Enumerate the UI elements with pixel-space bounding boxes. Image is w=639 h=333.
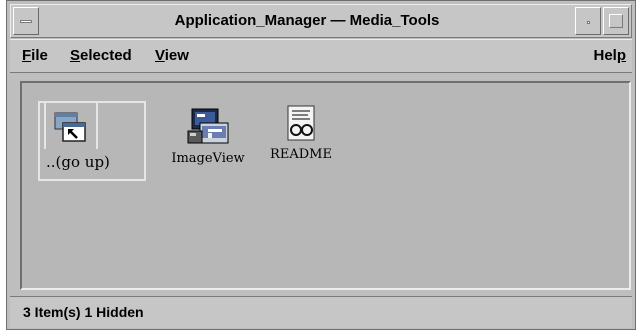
menu-help-mnemonic: p [616, 47, 626, 64]
menu-view[interactable]: View [155, 47, 189, 64]
menu-selected[interactable]: Selected [70, 47, 132, 64]
window-menu-button[interactable] [13, 7, 39, 35]
status-text: 3 Item(s) 1 Hidden [23, 304, 144, 320]
menu-selected-mnemonic: S [70, 47, 81, 64]
minimize-button[interactable] [575, 7, 601, 35]
image-viewer-app-icon [187, 108, 229, 144]
file-item-label: README [270, 147, 332, 162]
window-menu-icon [20, 20, 32, 23]
file-item-go-up[interactable]: ..(go up) [38, 101, 146, 181]
menu-bar: File Selected View Help [10, 39, 632, 73]
file-item-readme[interactable]: README [266, 103, 336, 162]
application-manager-window: Application_Manager — Media_Tools File S… [6, 0, 636, 330]
maximize-button[interactable] [603, 7, 629, 35]
file-item-imageview[interactable]: ImageView [158, 103, 258, 166]
status-bar: 3 Item(s) 1 Hidden [10, 296, 632, 328]
window-title: Application_Manager — Media_Tools [174, 12, 440, 29]
readme-document-icon [287, 105, 315, 141]
menu-view-label: iew [164, 47, 189, 64]
menu-file-label: ile [31, 47, 48, 64]
file-item-label: ImageView [171, 151, 245, 166]
minimize-icon [587, 21, 590, 24]
go-up-folder-icon [54, 112, 86, 142]
menu-selected-label: elected [80, 47, 132, 64]
maximize-icon [609, 14, 623, 28]
go-up-icon-frame [44, 101, 98, 149]
menu-help-label: Hel [593, 47, 617, 64]
file-view-area[interactable]: ..(go up) ImageView README [20, 81, 631, 290]
file-item-label: ..(go up) [46, 153, 110, 171]
title-bar[interactable]: Application_Manager — Media_Tools [10, 4, 632, 38]
menu-file-mnemonic: F [22, 47, 32, 64]
menu-file[interactable]: File [22, 47, 48, 64]
menu-help[interactable]: Help [593, 47, 626, 64]
menu-view-mnemonic: V [155, 47, 165, 64]
